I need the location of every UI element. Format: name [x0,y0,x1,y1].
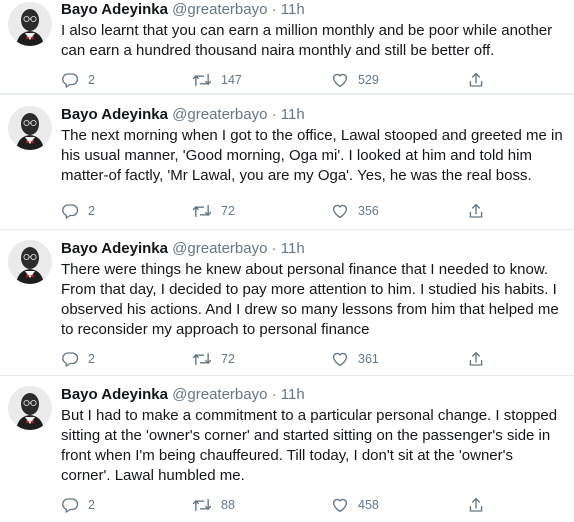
heart-outline-icon [332,204,348,219]
tweet-text-line: From that day, I decided to pay more att… [61,281,557,298]
tweet-text: I also learnt that you can earn a millio… [61,21,569,61]
tweet-text: There were things he knew about personal… [61,260,569,340]
separator-dot: · [271,240,277,257]
reply-bubble-icon [62,204,79,219]
reply-button[interactable]: 2 [61,201,95,221]
tweet[interactable]: Bayo Adeyinka @greaterbayo · 11h But I h… [0,376,574,522]
avatar[interactable] [8,240,52,284]
retweet-arrows-icon [192,204,212,218]
author-name[interactable]: Bayo Adeyinka [61,240,168,257]
tweet-text: The next morning when I got to the offic… [61,126,569,186]
heart-outline-icon [332,498,348,513]
author-handle[interactable]: @greaterbayo [172,106,267,123]
share-upload-icon [469,72,483,87]
reply-count: 2 [88,352,95,366]
share-upload-icon [469,351,483,366]
retweet-arrows-icon [192,73,212,87]
tweet-text-line: There were things he knew about personal… [61,261,548,278]
like-count: 529 [358,73,379,87]
retweet-arrows-icon [192,498,212,512]
reply-bubble-icon [62,73,79,88]
retweet-button[interactable]: 147 [192,70,242,90]
author-handle[interactable]: @greaterbayo [172,1,267,18]
retweet-count: 72 [221,204,235,218]
reply-count: 2 [88,498,95,512]
tweet-actions: 2 72 361 [61,349,483,369]
tweet[interactable]: Bayo Adeyinka @greaterbayo · 11h The nex… [0,96,574,230]
tweet-text: But I had to make a commitment to a part… [61,406,569,486]
share-button[interactable] [467,70,485,90]
reply-count: 2 [88,73,95,87]
heart-outline-icon [332,352,348,367]
avatar-image [8,2,52,46]
tweet-thread: Bayo Adeyinka @greaterbayo · 11h I also … [0,0,574,522]
tweet-header: Bayo Adeyinka @greaterbayo · 11h [61,386,305,404]
like-count: 356 [358,204,379,218]
tweet-header: Bayo Adeyinka @greaterbayo · 11h [61,240,305,258]
retweet-count: 147 [221,73,242,87]
avatar[interactable] [8,2,52,46]
tweet-text-line: observed his actions. And I drew so many… [61,301,559,318]
like-button[interactable]: 458 [331,495,379,515]
heart-outline-icon [332,73,348,88]
timestamp[interactable]: 11h [281,386,305,403]
tweet-text-line: matter-of factly, 'Mr Lawal, you are my … [61,167,532,184]
like-count: 458 [358,498,379,512]
timestamp[interactable]: 11h [281,1,305,18]
share-upload-icon [469,203,483,218]
share-button[interactable] [467,495,485,515]
tweet-divider [0,93,574,95]
tweet-text-line: front when I'm being chauffeured. Till t… [61,447,513,464]
avatar-image [8,106,52,150]
author-handle[interactable]: @greaterbayo [172,240,267,257]
reply-button[interactable]: 2 [61,495,95,515]
retweet-count: 88 [221,498,235,512]
tweet-header: Bayo Adeyinka @greaterbayo · 11h [61,1,305,19]
retweet-button[interactable]: 72 [192,349,235,369]
tweet-text-line: corner'. Lawal humbled me. [61,467,245,484]
author-name[interactable]: Bayo Adeyinka [61,106,168,123]
separator-dot: · [271,1,277,18]
tweet-text-line: I also learnt that you can earn a millio… [61,22,553,39]
tweet-text-line: sitting at the 'owner's corner' and star… [61,427,551,444]
tweet-header: Bayo Adeyinka @greaterbayo · 11h [61,106,305,124]
timestamp[interactable]: 11h [281,106,305,123]
reply-count: 2 [88,204,95,218]
retweet-arrows-icon [192,352,212,366]
tweet[interactable]: Bayo Adeyinka @greaterbayo · 11h I also … [0,0,574,95]
reply-bubble-icon [62,498,79,513]
retweet-button[interactable]: 88 [192,495,235,515]
reply-button[interactable]: 2 [61,349,95,369]
retweet-button[interactable]: 72 [192,201,235,221]
share-button[interactable] [467,349,485,369]
retweet-count: 72 [221,352,235,366]
share-upload-icon [469,497,483,512]
author-name[interactable]: Bayo Adeyinka [61,386,168,403]
author-handle[interactable]: @greaterbayo [172,386,267,403]
avatar[interactable] [8,386,52,430]
tweet-text-line: But I had to make a commitment to a part… [61,407,558,424]
tweet[interactable]: Bayo Adeyinka @greaterbayo · 11h There w… [0,230,574,376]
separator-dot: · [271,386,277,403]
avatar[interactable] [8,106,52,150]
tweet-actions: 2 88 458 [61,495,483,515]
share-button[interactable] [467,201,485,221]
reply-button[interactable]: 2 [61,70,95,90]
avatar-image [8,386,52,430]
reply-bubble-icon [62,352,79,367]
tweet-text-line: The next morning when I got to the offic… [61,127,563,144]
tweet-text-line: to reconsider my approach to personal fi… [61,321,370,338]
timestamp[interactable]: 11h [281,240,305,257]
tweet-text-line: can earn a hundred thousand naira monthl… [61,42,495,59]
tweet-actions: 2 147 529 [61,70,483,90]
like-button[interactable]: 529 [331,70,379,90]
like-count: 361 [358,352,379,366]
like-button[interactable]: 356 [331,201,379,221]
tweet-text-line: his usual manner, 'Good morning, Oga mi'… [61,147,532,164]
avatar-image [8,240,52,284]
tweet-actions: 2 72 356 [61,201,483,221]
separator-dot: · [271,106,277,123]
like-button[interactable]: 361 [331,349,379,369]
author-name[interactable]: Bayo Adeyinka [61,1,168,18]
